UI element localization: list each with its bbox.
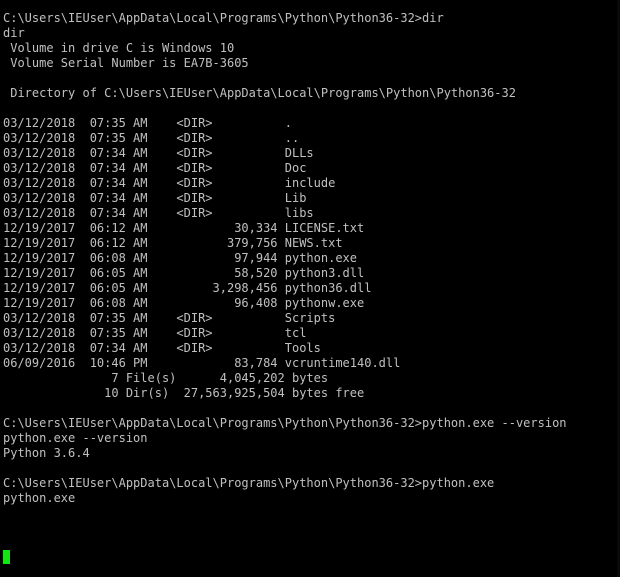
dir-listing-row: 03/12/2018 07:35 AM <DIR> . [3,116,292,130]
dir-listing-row: 03/12/2018 07:34 AM <DIR> libs [3,206,314,220]
file-listing-row: 06/09/2016 10:46 PM 83,784 vcruntime140.… [3,356,401,370]
dir-listing-row: 03/12/2018 07:34 AM <DIR> Doc [3,161,307,175]
dir-listing-row: 03/12/2018 07:34 AM <DIR> Tools [3,341,321,355]
prompt-line: C:\Users\IEUser\AppData\Local\Programs\P… [3,11,444,25]
file-listing-row: 12/19/2017 06:12 AM 379,756 NEWS.txt [3,236,343,250]
console-window[interactable]: C:\Users\IEUser\AppData\Local\Programs\P… [0,0,620,577]
dir-listing-row: 03/12/2018 07:35 AM <DIR> Scripts [3,311,336,325]
dir-listing-row: 03/12/2018 07:34 AM <DIR> Lib [3,191,307,205]
echo-line: python.exe [3,491,76,505]
text-cursor[interactable] [3,550,10,564]
dir-listing-row: 03/12/2018 07:34 AM <DIR> DLLs [3,146,314,160]
file-listing-row: 12/19/2017 06:05 AM 58,520 python3.dll [3,266,365,280]
dir-count-summary: 10 Dir(s) 27,563,925,504 bytes free [3,386,365,400]
file-listing-row: 12/19/2017 06:08 AM 97,944 python.exe [3,251,358,265]
dir-listing-row: 03/12/2018 07:34 AM <DIR> include [3,176,336,190]
echo-line: python.exe --version [3,431,148,445]
console-output: C:\Users\IEUser\AppData\Local\Programs\P… [3,11,567,506]
dir-listing-row: 03/12/2018 07:35 AM <DIR> .. [3,131,300,145]
prompt-line: C:\Users\IEUser\AppData\Local\Programs\P… [3,416,567,430]
directory-header-line: Directory of C:\Users\IEUser\AppData\Loc… [3,86,516,100]
file-listing-row: 12/19/2017 06:12 AM 30,334 LICENSE.txt [3,221,365,235]
dir-listing-row: 03/12/2018 07:35 AM <DIR> tcl [3,326,307,340]
file-listing-row: 12/19/2017 06:05 AM 3,298,456 python36.d… [3,281,372,295]
volume-label-line: Volume in drive C is Windows 10 [3,41,235,55]
file-count-summary: 7 File(s) 4,045,202 bytes [3,371,329,385]
file-listing-row: 12/19/2017 06:08 AM 96,408 pythonw.exe [3,296,365,310]
prompt-line: C:\Users\IEUser\AppData\Local\Programs\P… [3,476,495,490]
version-output-line: Python 3.6.4 [3,446,90,460]
echo-line: dir [3,26,25,40]
volume-serial-line: Volume Serial Number is EA7B-3605 [3,56,249,70]
